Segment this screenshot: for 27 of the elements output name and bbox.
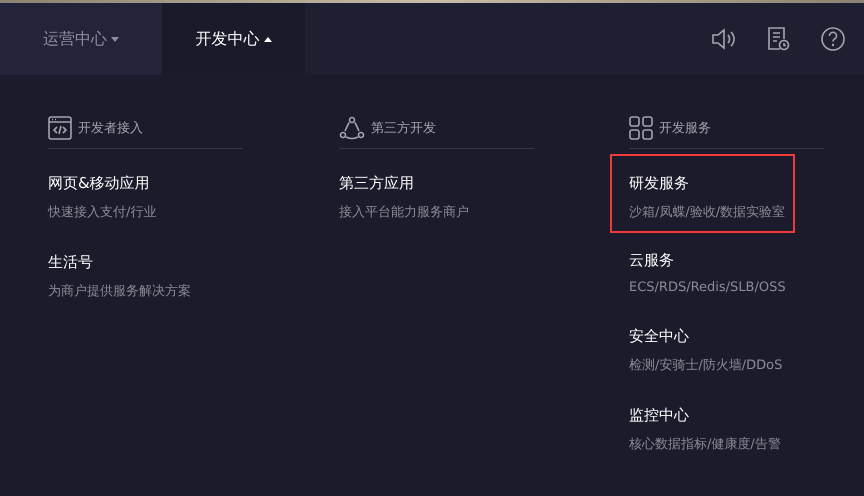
menu-link[interactable]: 网页&移动应用 (48, 174, 156, 193)
caret-icon (264, 36, 272, 42)
menu-description: 为商户提供服务解决方案 (48, 283, 191, 300)
code-window-icon (48, 116, 72, 140)
connected-nodes-icon (339, 116, 365, 140)
menu-description: 接入平台能力服务商户 (339, 204, 469, 221)
nav-tab[interactable]: 开发中心 (162, 3, 305, 75)
menu-description: 核心数据指标/健康度/告警 (629, 436, 781, 453)
menu-link[interactable]: 生活号 (48, 253, 191, 272)
menu-link[interactable]: 研发服务 (629, 174, 786, 193)
caret-icon (111, 36, 119, 42)
menu-description: 快速接入支付/行业 (48, 204, 156, 221)
help-icon (820, 26, 846, 52)
menu-link[interactable]: 云服务 (629, 251, 786, 270)
menu-link[interactable]: 安全中心 (629, 327, 782, 346)
nav-tab[interactable]: 运营中心 (0, 3, 162, 75)
menu-description: 沙箱/凤蝶/验收/数据实验室 (629, 204, 786, 221)
menu-link[interactable]: 监控中心 (629, 406, 781, 425)
grid-icon (629, 116, 653, 140)
menu-description: 检测/安骑士/防火墙/DDoS (629, 357, 782, 374)
document-clock-icon (766, 26, 790, 52)
section-heading: 开发服务 (659, 120, 711, 137)
menu-link[interactable]: 第三方应用 (339, 174, 469, 193)
menu-description: ECS/RDS/Redis/SLB/OSS (629, 280, 786, 295)
section-heading: 第三方开发 (371, 120, 436, 137)
section-heading: 开发者接入 (78, 120, 143, 137)
speaker-icon (710, 27, 736, 51)
